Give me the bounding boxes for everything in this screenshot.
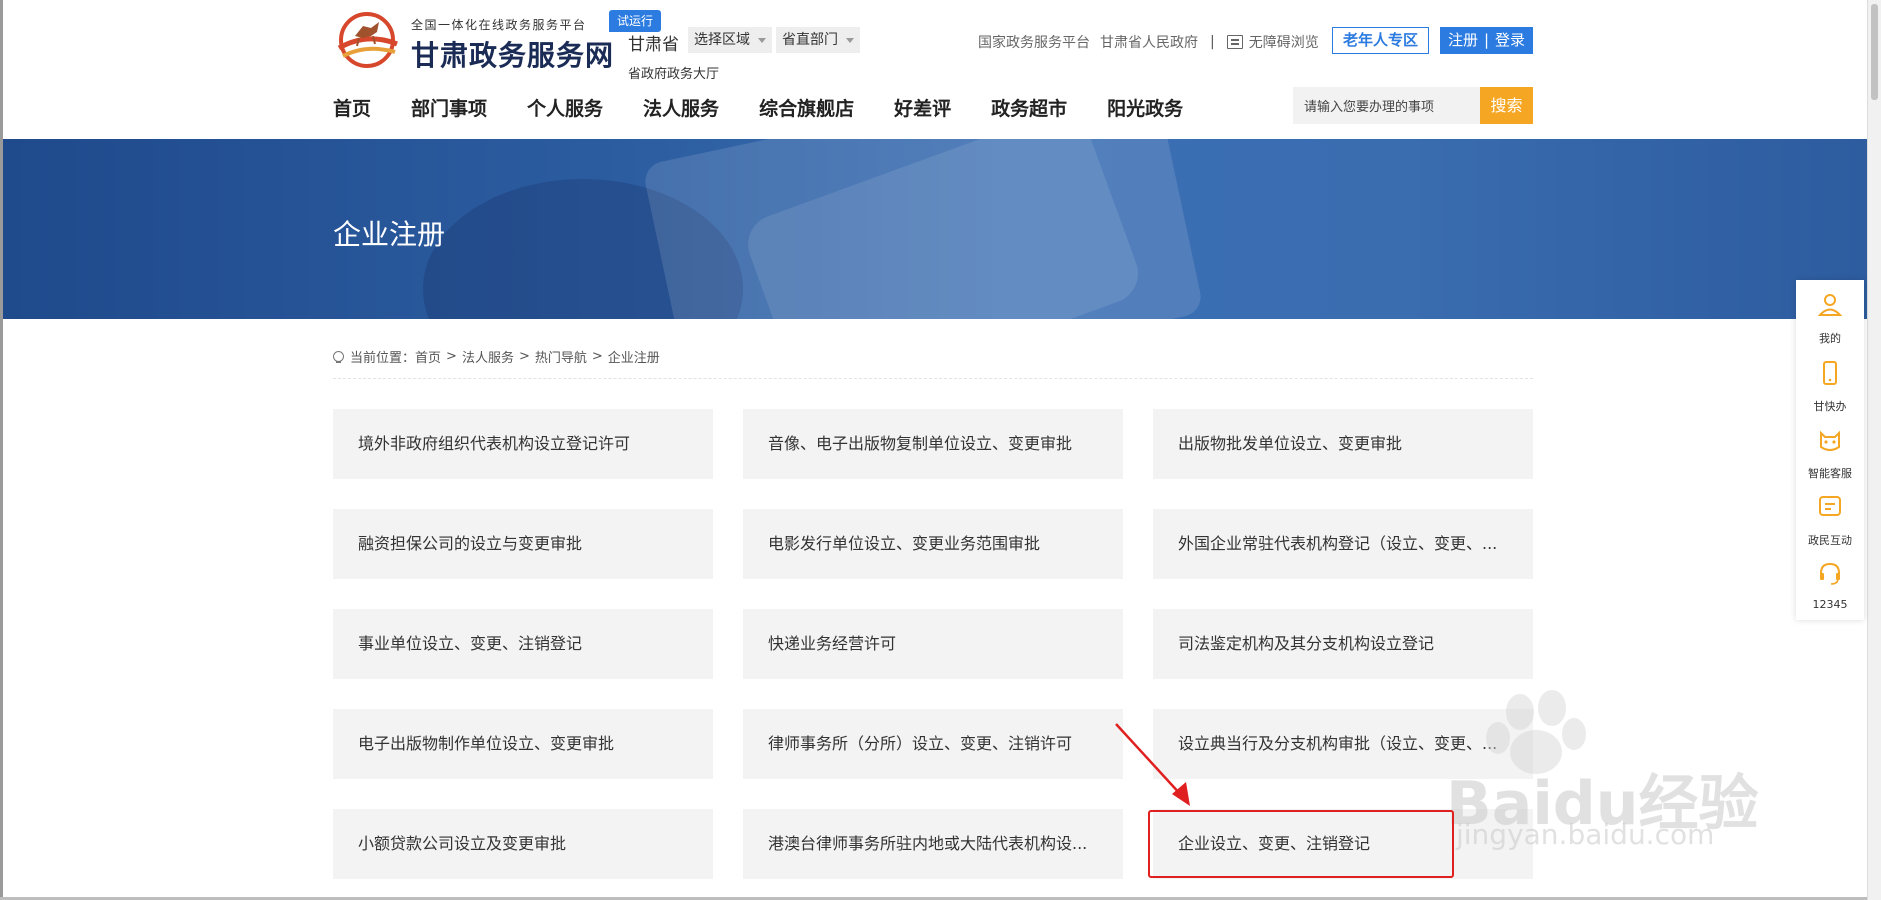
site-logo[interactable]: 全国一体化在线政务服务平台 甘肃政务服务网 (333, 10, 613, 72)
service-card[interactable]: 小额贷款公司设立及变更审批 (333, 809, 713, 879)
breadcrumb-hot-nav[interactable]: 热门导航 (535, 347, 587, 366)
sidebar-item-gankuaiban[interactable]: 甘快办 (1796, 360, 1864, 414)
accessibility-icon (1226, 35, 1243, 49)
sidebar-item-smart-service[interactable]: 智能客服 (1796, 427, 1864, 481)
service-card[interactable]: 律师事务所（分所）设立、变更、注销许可 (743, 709, 1123, 779)
divider: | (1210, 34, 1215, 50)
phone-icon (1823, 361, 1837, 385)
logo-subtitle: 全国一体化在线政务服务平台 (411, 18, 587, 32)
main-nav: 首页 部门事项 个人服务 法人服务 综合旗舰店 好差评 政务超市 阳光政务 (333, 94, 1223, 120)
breadcrumb-separator: > (446, 349, 457, 364)
breadcrumb: 当前位置： 首页 > 法人服务 > 热门导航 > 企业注册 (333, 347, 660, 366)
gov-hall-link[interactable]: 省政府政务大厅 (628, 63, 719, 82)
nav-item-rating[interactable]: 好差评 (894, 94, 951, 120)
service-card[interactable]: 音像、电子出版物复制单位设立、变更审批 (743, 409, 1123, 479)
logo-title: 甘肃政务服务网 (411, 39, 615, 72)
location-icon (333, 351, 344, 363)
scrollbar-thumb[interactable] (1871, 4, 1878, 100)
service-card[interactable]: 外国企业常驻代表机构登记（设立、变更、... (1153, 509, 1533, 579)
breadcrumb-current: 企业注册 (607, 351, 660, 366)
page-banner: 企业注册 (3, 139, 1867, 319)
service-card[interactable]: 港澳台律师事务所驻内地或大陆代表机构设... (743, 809, 1123, 879)
baidu-watermark-url: jingyan.baidu.com (1456, 818, 1715, 851)
vertical-scrollbar[interactable] (1867, 0, 1881, 900)
accessible-browse-link[interactable]: 无障碍浏览 (1249, 32, 1319, 52)
service-card[interactable]: 电子出版物制作单位设立、变更审批 (333, 709, 713, 779)
service-card[interactable]: 司法鉴定机构及其分支机构设立登记 (1153, 609, 1533, 679)
sidebar-item-label: 12345 (1812, 598, 1848, 611)
breadcrumb-home[interactable]: 首页 (415, 347, 441, 366)
national-platform-link[interactable]: 国家政务服务平台 (978, 32, 1090, 52)
nav-item-dept[interactable]: 部门事项 (411, 94, 487, 120)
divider (333, 378, 1533, 379)
breadcrumb-prefix: 当前位置： (350, 351, 416, 366)
service-card[interactable]: 电影发行单位设立、变更业务范围审批 (743, 509, 1123, 579)
search-input[interactable]: 请输入您要办理的事项 (1293, 87, 1480, 124)
service-card[interactable]: 出版物批发单位设立、变更审批 (1153, 409, 1533, 479)
gov-site-link[interactable]: 甘肃省人民政府 (1100, 32, 1198, 52)
chevron-down-icon (758, 38, 766, 43)
register-login-button[interactable]: 注册 | 登录 (1440, 27, 1533, 54)
annotation-arrow-icon (1115, 723, 1190, 806)
breadcrumb-separator: > (591, 349, 603, 364)
service-card[interactable]: 融资担保公司的设立与变更审批 (333, 509, 713, 579)
breadcrumb-legal[interactable]: 法人服务 (462, 347, 514, 366)
sidebar-item-label: 我的 (1819, 332, 1841, 345)
elder-zone-button[interactable]: 老年人专区 (1332, 27, 1429, 54)
sidebar-item-label: 智能客服 (1808, 467, 1852, 480)
logo-emblem-icon (337, 12, 398, 68)
user-icon (1817, 294, 1843, 316)
search-button[interactable]: 搜索 (1480, 87, 1533, 124)
nav-item-home[interactable]: 首页 (333, 94, 371, 120)
sidebar-item-interaction[interactable]: 政民互动 (1796, 494, 1864, 548)
chat-icon (1819, 496, 1841, 516)
trial-badge: 试运行 (609, 10, 661, 32)
dept-select-label: 省直部门 (782, 32, 838, 48)
nav-item-legal[interactable]: 法人服务 (643, 94, 719, 120)
region-select[interactable]: 选择区域 (688, 27, 772, 53)
region-select-label: 选择区域 (694, 32, 750, 48)
chevron-down-icon (846, 38, 854, 43)
register-link[interactable]: 注册 (1448, 27, 1478, 54)
dept-select[interactable]: 省直部门 (776, 27, 860, 53)
page-title: 企业注册 (333, 218, 446, 251)
service-card[interactable]: 快递业务经营许可 (743, 609, 1123, 679)
window-left-edge (0, 0, 3, 900)
nav-item-personal[interactable]: 个人服务 (527, 94, 603, 120)
sidebar-item-mine[interactable]: 我的 (1796, 292, 1864, 346)
sidebar-item-label: 甘快办 (1813, 400, 1847, 413)
annotation-highlight (1148, 810, 1454, 878)
sidebar-item-12345[interactable]: 12345 (1796, 560, 1864, 611)
sidebar-item-label: 政民互动 (1808, 534, 1852, 547)
province-label: 甘肃省 (628, 35, 679, 55)
floating-sidebar: 我的 甘快办 智能客服 政民互动 12345 (1796, 280, 1864, 620)
divider: | (1483, 31, 1490, 49)
login-link[interactable]: 登录 (1495, 27, 1525, 54)
service-card[interactable]: 境外非政府组织代表机构设立登记许可 (333, 409, 713, 479)
headset-icon (1820, 562, 1840, 585)
breadcrumb-separator: > (518, 349, 530, 364)
top-links: 国家政务服务平台 甘肃省人民政府 | 无障碍浏览 (978, 32, 1319, 52)
search-placeholder: 请输入您要办理的事项 (1304, 100, 1435, 115)
service-card[interactable]: 事业单位设立、变更、注销登记 (333, 609, 713, 679)
nav-item-market[interactable]: 政务超市 (991, 94, 1067, 120)
robot-icon (1820, 430, 1840, 451)
nav-item-flagship[interactable]: 综合旗舰店 (759, 94, 854, 120)
nav-item-sunshine[interactable]: 阳光政务 (1107, 94, 1183, 120)
